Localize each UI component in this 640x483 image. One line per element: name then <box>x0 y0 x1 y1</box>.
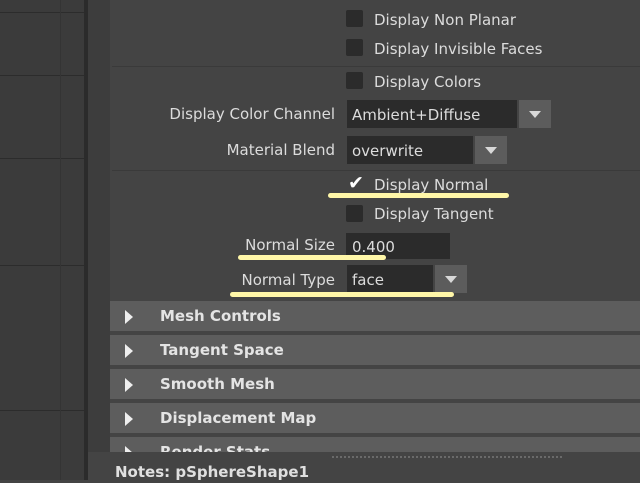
section-title: Tangent Space <box>160 341 284 359</box>
collapsed-arrow-icon <box>125 378 133 392</box>
section-smooth-mesh[interactable]: Smooth Mesh <box>110 369 640 399</box>
display-color-channel-label: Display Color Channel <box>169 105 335 123</box>
section-divider <box>112 66 640 67</box>
section-mesh-controls[interactable]: Mesh Controls <box>110 301 640 331</box>
display-non-planar-label: Display Non Planar <box>374 11 517 29</box>
normal-type-dropdown[interactable]: face <box>347 265 467 293</box>
display-colors-label: Display Colors <box>374 73 482 91</box>
display-color-channel-dropdown[interactable]: Ambient+Diffuse <box>347 100 551 128</box>
section-title: Smooth Mesh <box>160 375 275 393</box>
panel-gutter <box>88 0 110 480</box>
material-blend-dropdown[interactable]: overwrite <box>347 136 507 164</box>
collapsed-arrow-icon <box>125 310 133 324</box>
dropdown-arrow-icon[interactable] <box>475 136 507 164</box>
display-invisible-faces-label: Display Invisible Faces <box>374 40 543 58</box>
display-non-planar-checkbox[interactable] <box>346 10 363 27</box>
material-blend-value: overwrite <box>352 142 424 160</box>
collapsed-arrow-icon <box>125 412 133 426</box>
dropdown-arrow-icon[interactable] <box>435 265 467 293</box>
section-title: Render Stats <box>160 443 271 452</box>
display-color-channel-value: Ambient+Diffuse <box>352 106 481 124</box>
normal-type-label: Normal Type <box>241 271 336 289</box>
viewport-grid-line <box>60 0 61 480</box>
viewport-grid-line <box>0 410 84 411</box>
collapsed-arrow-icon <box>125 344 133 358</box>
display-invisible-faces-checkbox[interactable] <box>346 39 363 56</box>
section-render-stats[interactable]: Render Stats <box>110 437 640 452</box>
viewport-grid-line <box>0 158 84 159</box>
normal-size-highlight <box>238 255 386 260</box>
display-normal-highlight <box>328 193 509 198</box>
display-normal-checkbox[interactable]: ✔ <box>346 172 364 194</box>
section-title: Mesh Controls <box>160 307 281 325</box>
viewport-grid-line <box>0 12 84 13</box>
section-tangent-space[interactable]: Tangent Space <box>110 335 640 365</box>
material-blend-label: Material Blend <box>226 141 335 159</box>
display-tangent-checkbox[interactable] <box>346 205 363 222</box>
normal-type-highlight <box>230 292 454 297</box>
notes-resize-handle[interactable] <box>332 456 562 458</box>
dropdown-arrow-icon[interactable] <box>519 100 551 128</box>
viewport-grid-line <box>0 265 84 266</box>
check-icon: ✔ <box>348 172 364 194</box>
normal-size-label: Normal Size <box>245 236 335 254</box>
section-title: Displacement Map <box>160 409 317 427</box>
display-tangent-label: Display Tangent <box>374 205 494 223</box>
viewport-panel[interactable] <box>0 0 84 480</box>
section-displacement-map[interactable]: Displacement Map <box>110 403 640 433</box>
section-divider <box>112 170 640 171</box>
normal-type-value: face <box>352 271 384 289</box>
display-colors-checkbox[interactable] <box>346 72 363 89</box>
viewport-grid-line <box>0 75 84 76</box>
